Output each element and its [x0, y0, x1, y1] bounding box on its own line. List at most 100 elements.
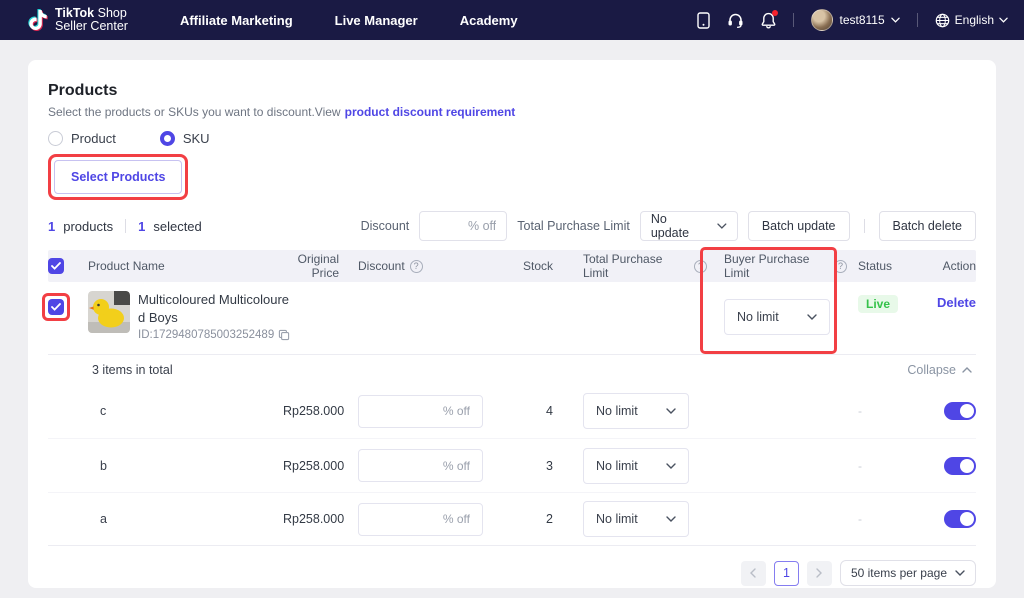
brand-shop: Shop — [94, 6, 127, 20]
items-total-label: 3 items in total — [92, 363, 173, 377]
sku-row: a Rp258.000 2 No limit - — [48, 492, 976, 546]
sku-discount-input[interactable] — [358, 395, 483, 428]
counts-divider — [125, 219, 126, 233]
sku-original-price: Rp258.000 — [283, 512, 345, 526]
chevron-down-icon — [891, 17, 900, 23]
header-stock: Stock — [495, 259, 557, 273]
delete-action-link[interactable]: Delete — [937, 295, 976, 310]
next-page-button[interactable] — [807, 561, 832, 586]
product-image-duck[interactable] — [88, 291, 130, 333]
user-avatar — [811, 9, 833, 31]
selected-count: 1 — [138, 219, 145, 234]
help-icon[interactable]: ? — [694, 260, 707, 273]
header-product-name: Product Name — [88, 259, 283, 273]
header-tpl-label: Total Purchase Limit — [583, 252, 689, 280]
select-all-checkbox[interactable] — [48, 258, 64, 274]
discount-label: Discount — [361, 219, 410, 233]
sku-name: a — [88, 512, 283, 526]
sku-stock: 3 — [495, 459, 557, 473]
tiktok-logo-icon — [28, 9, 48, 31]
username: test8115 — [839, 13, 884, 27]
nav-divider — [917, 13, 918, 27]
sku-status-dash: - — [847, 404, 922, 418]
language-label: English — [955, 13, 994, 27]
mobile-app-icon[interactable] — [697, 12, 710, 29]
nav-link-affiliate-marketing[interactable]: Affiliate Marketing — [180, 13, 293, 28]
brand-logo[interactable]: TikTok Shop Seller Center — [28, 7, 128, 34]
language-selector[interactable]: English — [935, 13, 1008, 28]
brand-text: TikTok Shop Seller Center — [55, 7, 128, 34]
brand-seller-center: Seller Center — [55, 20, 128, 34]
page-number-current[interactable]: 1 — [774, 561, 799, 586]
product-id-text: ID:1729480785003252489 — [138, 329, 274, 341]
top-navbar: TikTok Shop Seller Center Affiliate Mark… — [0, 0, 1024, 40]
total-purchase-limit-label: Total Purchase Limit — [517, 219, 630, 233]
chevron-down-icon — [666, 516, 676, 522]
collapse-toggle[interactable]: Collapse — [907, 363, 972, 377]
chevron-down-icon — [666, 463, 676, 469]
check-icon — [51, 303, 61, 311]
radio-sku[interactable]: SKU — [160, 131, 210, 146]
product-row-checkbox[interactable] — [48, 299, 64, 315]
sku-total-purchase-limit-select[interactable]: No limit — [583, 393, 689, 429]
chevron-down-icon — [717, 223, 727, 229]
radio-product-circle — [48, 131, 63, 146]
sku-tpl-value: No limit — [596, 459, 638, 473]
sku-status-dash: - — [847, 459, 922, 473]
notification-bell-icon[interactable] — [761, 12, 776, 29]
support-headset-icon[interactable] — [727, 12, 744, 28]
sku-discount-input[interactable] — [358, 449, 483, 482]
sku-enable-toggle[interactable] — [944, 402, 976, 420]
summary-bar: 1 products 1 selected Discount Total Pur… — [48, 210, 976, 242]
pagination: 1 50 items per page — [48, 560, 976, 586]
prev-page-button[interactable] — [741, 561, 766, 586]
sku-total-purchase-limit-select[interactable]: No limit — [583, 501, 689, 537]
sku-discount-input[interactable] — [358, 503, 483, 536]
product-buyer-purchase-limit-select[interactable]: No limit — [724, 299, 830, 335]
product-cell: Multicoloured Multicoloured Boys ID:1729… — [88, 291, 283, 341]
copy-icon[interactable] — [278, 329, 290, 341]
bulk-controls: Discount Total Purchase Limit No update … — [361, 211, 976, 241]
product-bpl-value: No limit — [737, 310, 779, 324]
batch-delete-button[interactable]: Batch delete — [879, 211, 977, 241]
sku-stock: 2 — [495, 512, 557, 526]
bulk-tpl-value: No update — [651, 212, 707, 240]
page-size-select[interactable]: 50 items per page — [840, 560, 976, 586]
sku-panel-header: 3 items in total Collapse — [48, 354, 976, 384]
sku-total-purchase-limit-select[interactable]: No limit — [583, 448, 689, 484]
products-count-label: products — [63, 219, 113, 234]
page-subtitle: Select the products or SKUs you want to … — [48, 105, 976, 119]
chevron-up-icon — [962, 367, 972, 373]
select-products-button[interactable]: Select Products — [54, 160, 182, 194]
product-discount-requirement-link[interactable]: product discount requirement — [345, 105, 516, 119]
bulk-total-purchase-limit-select[interactable]: No update — [640, 211, 738, 241]
product-text: Multicoloured Multicoloured Boys ID:1729… — [138, 291, 290, 341]
selection-counts: 1 products 1 selected — [48, 219, 202, 234]
products-table: Product Name Original Price Discount ? S… — [48, 250, 976, 546]
bulk-discount-input[interactable] — [419, 211, 507, 241]
sku-row: b Rp258.000 3 No limit - — [48, 438, 976, 492]
sku-original-price: Rp258.000 — [283, 459, 345, 473]
help-icon[interactable]: ? — [834, 260, 847, 273]
selected-count-label: selected — [153, 219, 201, 234]
header-discount: Discount ? — [345, 259, 495, 273]
batch-update-button[interactable]: Batch update — [748, 211, 850, 241]
radio-product[interactable]: Product — [48, 131, 116, 146]
user-menu[interactable]: test8115 — [811, 9, 899, 31]
header-total-purchase-limit: Total Purchase Limit ? — [557, 252, 707, 280]
chevron-down-icon — [807, 314, 817, 320]
header-bpl-label: Buyer Purchase Limit — [724, 252, 829, 280]
sku-name: c — [88, 404, 283, 418]
header-buyer-purchase-limit: Buyer Purchase Limit ? — [707, 252, 847, 280]
help-icon[interactable]: ? — [410, 260, 423, 273]
sku-enable-toggle[interactable] — [944, 510, 976, 528]
check-icon — [51, 262, 61, 270]
chevron-left-icon — [750, 568, 756, 578]
table-header-row: Product Name Original Price Discount ? S… — [48, 250, 976, 282]
nav-link-academy[interactable]: Academy — [460, 13, 518, 28]
header-action: Action — [922, 259, 976, 273]
sku-enable-toggle[interactable] — [944, 457, 976, 475]
nav-right-cluster: test8115 English — [697, 9, 1008, 31]
nav-link-live-manager[interactable]: Live Manager — [335, 13, 418, 28]
page-title: Products — [48, 82, 976, 100]
